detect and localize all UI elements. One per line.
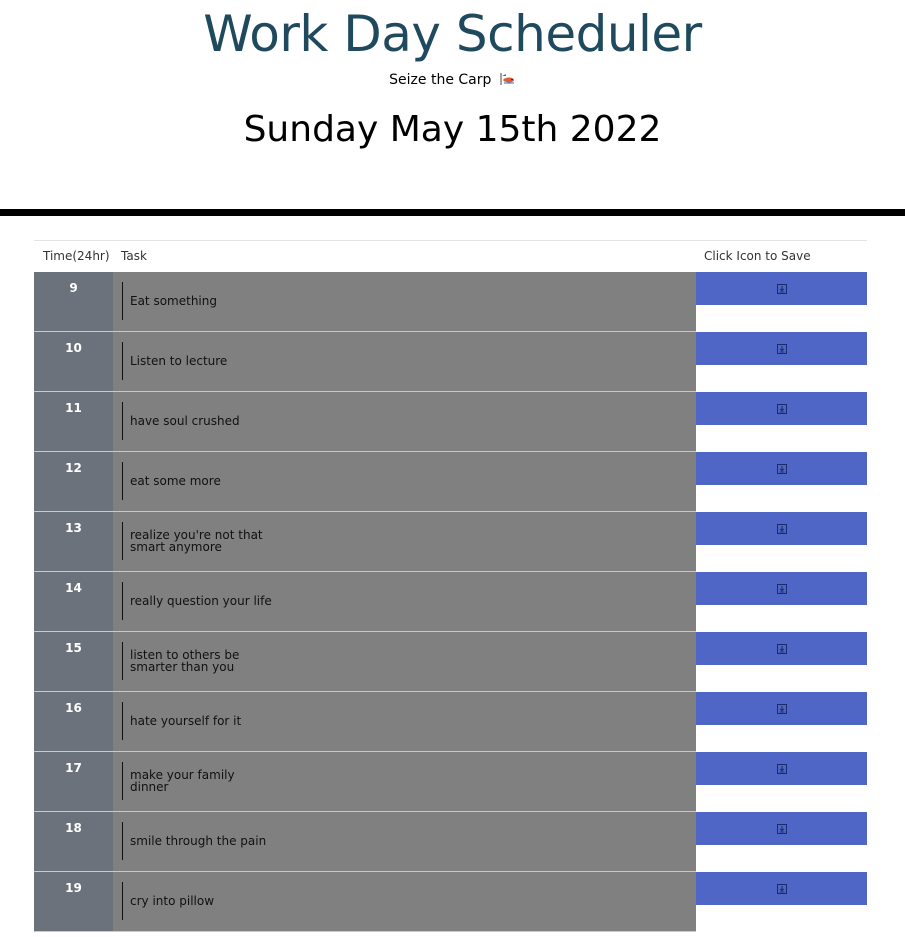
table-row: 13 realize you're not that smart anymore [34, 512, 867, 572]
save-button[interactable] [696, 332, 867, 365]
hour-cell: 17 [34, 752, 113, 812]
save-button[interactable] [696, 572, 867, 605]
task-textarea[interactable]: Eat something [122, 282, 272, 320]
table-row: 16 hate yourself for it [34, 692, 867, 752]
save-button[interactable] [696, 872, 867, 905]
hour-cell: 15 [34, 632, 113, 692]
table-row: 10 Listen to lecture [34, 332, 867, 392]
hour-cell: 14 [34, 572, 113, 632]
save-button[interactable] [696, 272, 867, 305]
task-textarea[interactable]: realize you're not that smart anymore [122, 522, 272, 560]
page-title: Work Day Scheduler [203, 5, 702, 63]
task-textarea[interactable]: cry into pillow [122, 882, 272, 920]
save-icon [776, 823, 788, 835]
save-icon [776, 703, 788, 715]
save-icon [776, 763, 788, 775]
save-icon [776, 523, 788, 535]
save-button[interactable] [696, 812, 867, 845]
subtitle-text: Seize the Carp [389, 72, 492, 88]
hour-cell: 18 [34, 812, 113, 872]
hour-cell: 10 [34, 332, 113, 392]
save-icon [776, 643, 788, 655]
current-date: Sunday May 15th 2022 [243, 109, 662, 150]
table-row: 14 really question your life [34, 572, 867, 632]
column-header-save: Click Icon to Save [704, 249, 811, 263]
task-cell: hate yourself for it [113, 692, 696, 752]
save-button[interactable] [696, 752, 867, 785]
task-cell: Eat something [113, 272, 696, 332]
task-cell: really question your life [113, 572, 696, 632]
hour-cell: 13 [34, 512, 113, 572]
save-icon [776, 403, 788, 415]
task-textarea[interactable]: hate yourself for it [122, 702, 272, 740]
save-icon [776, 463, 788, 475]
task-cell: cry into pillow [113, 872, 696, 932]
hour-cell: 16 [34, 692, 113, 752]
schedule-table: Time(24hr) Task Click Icon to Save 9 Eat … [34, 240, 867, 932]
table-row: 9 Eat something [34, 272, 867, 332]
table-row: 17 make your family dinner [34, 752, 867, 812]
task-textarea[interactable]: really question your life [122, 582, 272, 620]
table-row: 11 have soul crushed [34, 392, 867, 452]
column-header-task: Task [121, 249, 147, 263]
task-textarea[interactable]: smile through the pain [122, 822, 272, 860]
hour-cell: 12 [34, 452, 113, 512]
table-row: 12 eat some more [34, 452, 867, 512]
fish-icon [499, 72, 516, 86]
table-row: 15 listen to others be smarter than you [34, 632, 867, 692]
save-icon [776, 283, 788, 295]
task-cell: smile through the pain [113, 812, 696, 872]
task-textarea[interactable]: make your family dinner [122, 762, 272, 800]
save-button[interactable] [696, 452, 867, 485]
column-header-time: Time(24hr) [43, 249, 110, 263]
task-textarea[interactable]: Listen to lecture [122, 342, 272, 380]
task-cell: have soul crushed [113, 392, 696, 452]
task-cell: realize you're not that smart anymore [113, 512, 696, 572]
save-button[interactable] [696, 632, 867, 665]
save-icon [776, 343, 788, 355]
table-header: Time(24hr) Task Click Icon to Save [34, 240, 867, 272]
save-button[interactable] [696, 692, 867, 725]
task-textarea[interactable]: listen to others be smarter than you [122, 642, 272, 680]
task-textarea[interactable]: have soul crushed [122, 402, 272, 440]
save-button[interactable] [696, 512, 867, 545]
hour-cell: 11 [34, 392, 113, 452]
table-row: 18 smile through the pain [34, 812, 867, 872]
task-cell: listen to others be smarter than you [113, 632, 696, 692]
task-cell: Listen to lecture [113, 332, 696, 392]
hour-cell: 19 [34, 872, 113, 932]
save-icon [776, 583, 788, 595]
task-cell: eat some more [113, 452, 696, 512]
table-row: 19 cry into pillow [34, 872, 867, 932]
save-icon [776, 883, 788, 895]
task-textarea[interactable]: eat some more [122, 462, 272, 500]
save-button[interactable] [696, 392, 867, 425]
page-subtitle: Seize the Carp [0, 70, 905, 90]
table-body: 9 Eat something 10 Listen to lecture 11 have … [34, 272, 867, 932]
hour-cell: 9 [34, 272, 113, 332]
task-cell: make your family dinner [113, 752, 696, 812]
header-divider [0, 209, 905, 216]
